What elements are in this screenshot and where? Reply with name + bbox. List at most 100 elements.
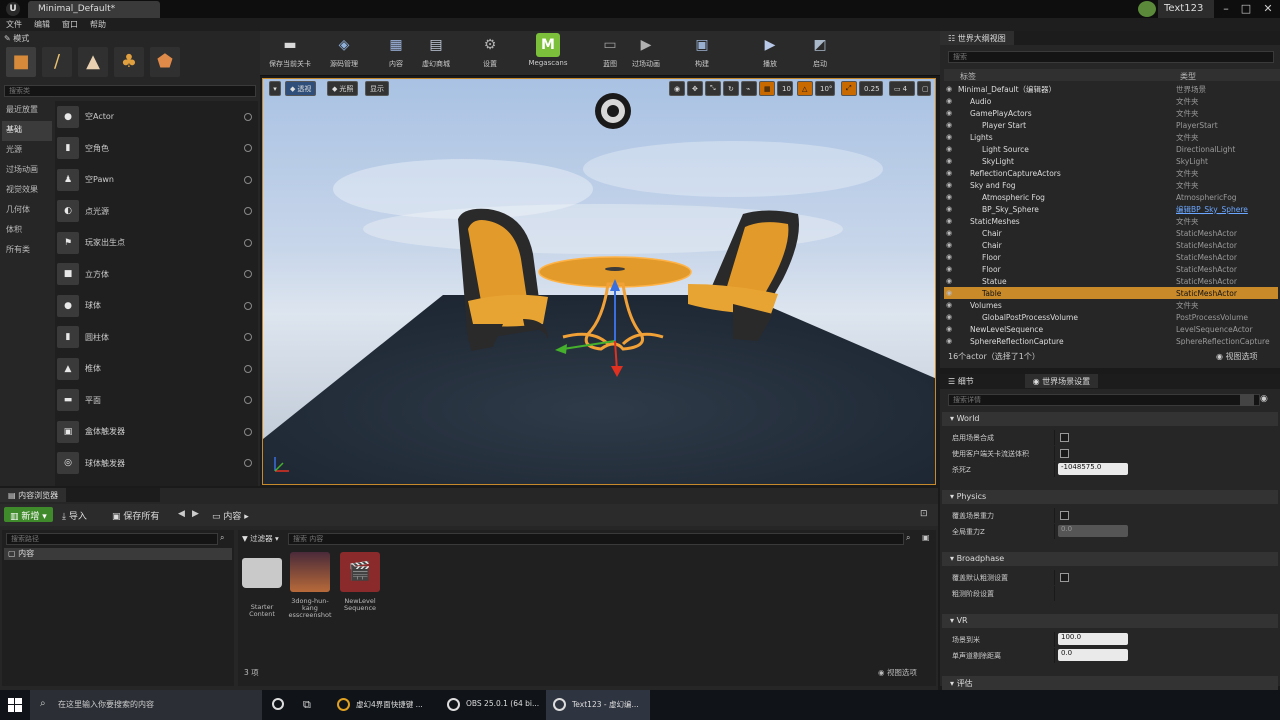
asset-tile[interactable]: Starter Content bbox=[240, 552, 284, 618]
outliner-row[interactable]: ◉ Lights 文件夹 bbox=[944, 131, 1278, 143]
help-icon[interactable] bbox=[244, 270, 252, 279]
outliner-tab[interactable]: ☷ 世界大纲视图 bbox=[940, 31, 1014, 45]
show-button[interactable]: 显示 bbox=[365, 81, 389, 96]
visibility-eye-icon[interactable]: ◉ bbox=[944, 121, 954, 129]
details-search-input[interactable]: 搜索详情 bbox=[948, 394, 1260, 406]
help-icon[interactable] bbox=[244, 333, 252, 342]
taskbar-search-input[interactable]: ⌕ 在这里输入你要搜索的内容 bbox=[30, 690, 262, 720]
help-icon[interactable] bbox=[244, 301, 252, 310]
place-item[interactable]: ● 球体 bbox=[55, 290, 258, 322]
cortana-icon[interactable] bbox=[272, 698, 284, 710]
tab-details[interactable]: ☰ 细节 bbox=[940, 374, 982, 388]
task-view-icon[interactable]: ⧉ bbox=[303, 698, 311, 712]
scale-icon[interactable]: ⤡ bbox=[705, 81, 721, 96]
toolbar-cinematics-button[interactable]: ▶ 过场动画 bbox=[622, 33, 670, 75]
foliage-mode-icon[interactable]: ♣ bbox=[114, 47, 144, 77]
translate-icon[interactable]: ✥ bbox=[687, 81, 703, 96]
visibility-eye-icon[interactable]: ◉ bbox=[944, 289, 954, 297]
toolbar-settings-button[interactable]: ⚙ 设置 bbox=[466, 33, 514, 75]
outliner-row[interactable]: ◉ Floor StaticMeshActor bbox=[944, 263, 1278, 275]
property-number-field[interactable]: 0.0 bbox=[1058, 649, 1128, 661]
category-2[interactable]: 光源 bbox=[2, 141, 52, 161]
outliner-row[interactable]: ◉ SphereReflectionCapture SphereReflection… bbox=[944, 335, 1278, 346]
visibility-eye-icon[interactable]: ◉ bbox=[944, 217, 954, 225]
help-icon[interactable] bbox=[244, 238, 252, 247]
outliner-view-options[interactable]: ◉ 视图选项 bbox=[1216, 351, 1258, 362]
property-number-field[interactable]: -1048575.0 bbox=[1058, 463, 1128, 475]
camera-speed-button[interactable]: ▭ 4 bbox=[889, 81, 915, 96]
landscape-mode-icon[interactable]: ▲ bbox=[78, 47, 108, 77]
visibility-eye-icon[interactable]: ◉ bbox=[944, 169, 954, 177]
outliner-row[interactable]: ◉ NewLevelSequence LevelSequenceActor bbox=[944, 323, 1278, 335]
place-item[interactable]: ▲ 椎体 bbox=[55, 353, 258, 385]
category-4[interactable]: 视觉效果 bbox=[2, 181, 52, 201]
asset-tile[interactable]: 3dong-hun-kang esscreenshot bbox=[288, 552, 332, 619]
scale-snap-value[interactable]: 0.25 bbox=[859, 81, 883, 96]
column-label[interactable]: 标签 bbox=[960, 71, 976, 82]
grid-snap-icon[interactable]: ▦ bbox=[759, 81, 775, 96]
visibility-eye-icon[interactable]: ◉ bbox=[944, 145, 954, 153]
outliner-search-input[interactable]: 搜索 bbox=[948, 51, 1274, 63]
help-icon[interactable] bbox=[244, 459, 252, 468]
visibility-eye-icon[interactable]: ◉ bbox=[944, 97, 954, 105]
toolbar-launch-button[interactable]: ◩ 启动 bbox=[796, 33, 844, 75]
outliner-row[interactable]: ◉ SkyLight SkyLight bbox=[944, 155, 1278, 167]
outliner-row[interactable]: ◉ GlobalPostProcessVolume PostProcessVolum… bbox=[944, 311, 1278, 323]
place-item[interactable]: ■ 立方体 bbox=[55, 259, 258, 291]
details-section-header[interactable]: ▾ Physics bbox=[942, 490, 1278, 504]
import-button[interactable]: ⤓ 导入 bbox=[62, 509, 87, 522]
visibility-eye-icon[interactable]: ◉ bbox=[944, 109, 954, 117]
add-new-button[interactable]: ▥ 新增 ▾ bbox=[4, 507, 53, 522]
help-icon[interactable] bbox=[244, 207, 252, 216]
outliner-row[interactable]: ◉ Chair StaticMeshActor bbox=[944, 227, 1278, 239]
menu-file[interactable]: 文件 bbox=[6, 19, 22, 30]
help-icon[interactable] bbox=[244, 144, 252, 153]
asset-tile[interactable]: 🎬 NewLevel Sequence bbox=[338, 552, 382, 612]
path-search-input[interactable]: 搜索路径 bbox=[6, 533, 218, 545]
toolbar-megascans-button[interactable]: M Megascans bbox=[518, 33, 578, 75]
details-section-header[interactable]: ▾ VR bbox=[942, 614, 1278, 628]
eye-icon[interactable]: ◉ bbox=[1260, 394, 1276, 406]
outliner-row[interactable]: ◉ Statue StaticMeshActor bbox=[944, 275, 1278, 287]
tree-item-content[interactable]: ▢ 内容 bbox=[4, 548, 232, 560]
help-icon[interactable] bbox=[244, 175, 252, 184]
taskbar-app[interactable]: 虚幻4界面快捷键 ... bbox=[330, 690, 436, 720]
property-number-field[interactable]: 100.0 bbox=[1058, 633, 1128, 645]
place-mode-icon[interactable]: ■ bbox=[6, 47, 36, 77]
content-browser-tab[interactable]: ▤ 内容浏览器 bbox=[0, 488, 67, 502]
outliner-row[interactable]: ◉ Floor StaticMeshActor bbox=[944, 251, 1278, 263]
column-type[interactable]: 类型 bbox=[1180, 71, 1196, 82]
outliner-row[interactable]: ◉ Light Source DirectionalLight bbox=[944, 143, 1278, 155]
perspective-button[interactable]: ◆ 透视 bbox=[285, 81, 317, 96]
taskbar-app[interactable]: OBS 25.0.1 (64 bi... bbox=[440, 690, 546, 720]
property-checkbox[interactable] bbox=[1060, 449, 1069, 458]
place-item[interactable]: ▮ 空角色 bbox=[55, 133, 258, 165]
menu-window[interactable]: 窗口 bbox=[62, 19, 78, 30]
outliner-row[interactable]: ◉ BP_Sky_Sphere 编辑BP_Sky_Sphere bbox=[944, 203, 1278, 215]
maximize-icon[interactable]: □ bbox=[1236, 1, 1256, 17]
outliner-row[interactable]: ◉ Chair StaticMeshActor bbox=[944, 239, 1278, 251]
taskbar-app[interactable]: Text123 - 虚幻编... bbox=[546, 690, 650, 720]
help-icon[interactable] bbox=[244, 396, 252, 405]
visibility-eye-icon[interactable]: ◉ bbox=[944, 253, 954, 261]
visibility-eye-icon[interactable]: ◉ bbox=[944, 313, 954, 321]
visibility-eye-icon[interactable]: ◉ bbox=[944, 205, 954, 213]
visibility-eye-icon[interactable]: ◉ bbox=[944, 265, 954, 273]
visibility-eye-icon[interactable]: ◉ bbox=[944, 277, 954, 285]
outliner-row[interactable]: ◉ StaticMeshes 文件夹 bbox=[944, 215, 1278, 227]
place-item[interactable]: ♟ 空Pawn bbox=[55, 164, 258, 196]
back-icon[interactable]: ◀ bbox=[178, 509, 185, 519]
place-item[interactable]: ● 空Actor bbox=[55, 101, 258, 133]
actor-type[interactable]: 编辑BP_Sky_Sphere bbox=[1176, 204, 1248, 215]
level-tab[interactable]: Minimal_Default* bbox=[28, 1, 160, 18]
maximize-viewport-icon[interactable]: ▢ bbox=[917, 81, 931, 96]
toolbar-save-button[interactable]: ▬ 保存当前关卡 bbox=[266, 33, 314, 75]
property-checkbox[interactable] bbox=[1060, 511, 1069, 520]
place-item[interactable]: ◎ 球体触发器 bbox=[55, 448, 258, 480]
help-icon[interactable] bbox=[244, 364, 252, 373]
outliner-row[interactable]: ◉ Audio 文件夹 bbox=[944, 95, 1278, 107]
asset-view-options[interactable]: ◉ 视图选项 bbox=[878, 667, 917, 678]
place-item[interactable]: ▮ 圆柱体 bbox=[55, 322, 258, 354]
visibility-eye-icon[interactable]: ◉ bbox=[944, 133, 954, 141]
windows-start-icon[interactable] bbox=[8, 698, 22, 712]
